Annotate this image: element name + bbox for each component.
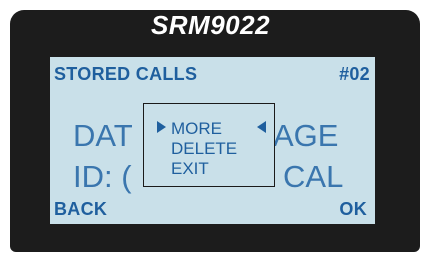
menu-item-exit[interactable]: EXIT [171, 159, 209, 178]
softkey-back[interactable]: BACK [54, 199, 107, 219]
menu-item-more[interactable]: MORE [171, 119, 222, 138]
lcd-screen: STORED CALLS #02 DAT AGE ID: ( CAL MORE … [50, 57, 375, 224]
background-text-line1-left: DAT [73, 118, 133, 153]
popup-menu: MORE DELETE EXIT [143, 103, 275, 187]
background-text-line1-right: AGE [273, 118, 339, 153]
selection-arrow-right-icon [157, 121, 166, 133]
background-text-line2-left: ID: ( [73, 159, 132, 194]
entry-number: #02 [339, 64, 370, 84]
selection-arrow-left-icon [257, 121, 266, 133]
softkey-ok[interactable]: OK [339, 199, 367, 219]
menu-item-delete[interactable]: DELETE [171, 139, 237, 158]
model-label: SRM9022 [150, 10, 271, 40]
background-text-line2-right: CAL [283, 159, 344, 194]
screen-title: STORED CALLS [54, 64, 198, 84]
